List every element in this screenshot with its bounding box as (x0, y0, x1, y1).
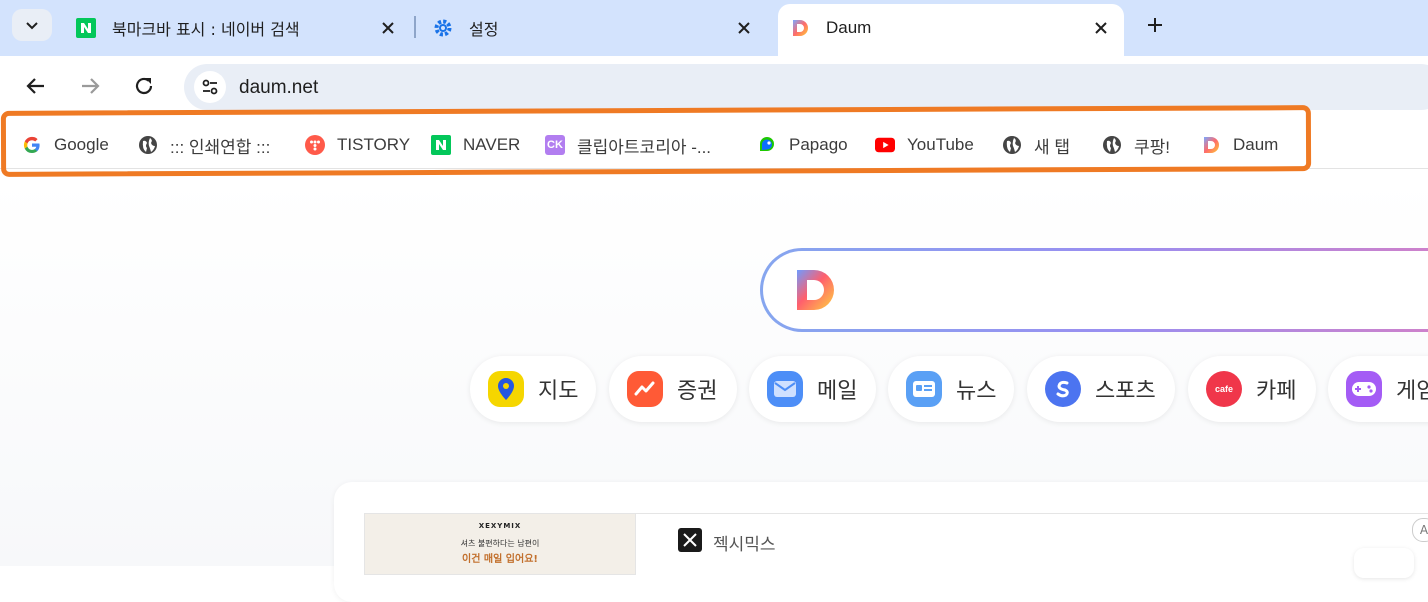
service-cafe[interactable]: cafe 카페 (1188, 356, 1316, 422)
ad-brand-text: XEXYMIX (478, 522, 522, 530)
service-sports[interactable]: 스포츠 (1027, 356, 1175, 422)
tab-daum[interactable]: Daum (790, 8, 1120, 48)
news-icon (906, 371, 942, 407)
game-controller-icon (1346, 371, 1382, 407)
tab-strip: 북마크바 표시 : 네이버 검색 설정 Daum (0, 0, 1428, 56)
site-info-button[interactable] (194, 71, 226, 103)
service-mail[interactable]: 메일 (749, 356, 876, 422)
back-button[interactable] (22, 72, 50, 100)
map-pin-icon (488, 371, 524, 407)
daum-logo-icon (797, 270, 834, 310)
service-label: 스포츠 (1095, 379, 1156, 404)
tab-title: Daum (826, 18, 872, 37)
ad-badge[interactable]: A (1412, 518, 1428, 542)
reload-icon (135, 77, 153, 95)
chevron-down-icon (26, 22, 38, 30)
search-box[interactable] (760, 248, 1428, 332)
stock-chart-icon (627, 371, 663, 407)
close-tab-icon[interactable] (376, 16, 400, 40)
tab-search-button[interactable] (12, 9, 52, 41)
service-news[interactable]: 뉴스 (888, 356, 1014, 422)
service-stocks[interactable]: 증권 (609, 356, 737, 422)
close-tab-icon[interactable] (1089, 16, 1113, 40)
xexymix-logo-icon (678, 528, 702, 552)
arrow-right-icon (82, 78, 100, 94)
naver-icon (76, 18, 96, 38)
gear-icon (433, 18, 453, 38)
bookmarks-highlight-annotation (0, 105, 1312, 177)
ad-copy-line2: 이건 매일 입어요! (462, 554, 538, 565)
service-label: 카페 (1256, 379, 1297, 404)
divider (634, 513, 1428, 514)
tab-title: 북마크바 표시 : 네이버 검색 (112, 20, 300, 39)
search-input[interactable] (763, 251, 1428, 329)
tune-icon (202, 79, 218, 95)
ad-action-button[interactable] (1354, 548, 1414, 578)
ad-copy-line1: 셔츠 불편하다는 남편이 (460, 539, 540, 548)
tab-naver-search[interactable]: 북마크바 표시 : 네이버 검색 (76, 8, 406, 48)
url-text[interactable]: daum.net (239, 77, 318, 99)
service-label: 증권 (677, 379, 718, 404)
arrow-left-icon (26, 78, 44, 94)
tab-divider (414, 16, 416, 38)
ad-advertiser-name[interactable]: 젝시믹스 (713, 530, 776, 555)
tab-title: 설정 (469, 20, 499, 39)
service-map[interactable]: 지도 (470, 356, 596, 422)
new-tab-button[interactable] (1142, 12, 1168, 38)
close-tab-icon[interactable] (732, 16, 756, 40)
tab-settings[interactable]: 설정 (433, 8, 763, 48)
service-label: 뉴스 (956, 379, 997, 404)
service-label: 메일 (817, 379, 858, 404)
cafe-icon: cafe (1206, 371, 1242, 407)
service-label: 게임 (1396, 379, 1428, 404)
address-bar[interactable]: daum.net (184, 64, 1428, 110)
sports-icon (1045, 371, 1081, 407)
plus-icon (1148, 18, 1162, 32)
forward-button[interactable] (76, 72, 104, 100)
mail-icon (767, 371, 803, 407)
service-game[interactable]: 게임 (1328, 356, 1428, 422)
reload-button[interactable] (130, 72, 158, 100)
service-label: 지도 (538, 379, 579, 404)
daum-icon (790, 18, 810, 38)
